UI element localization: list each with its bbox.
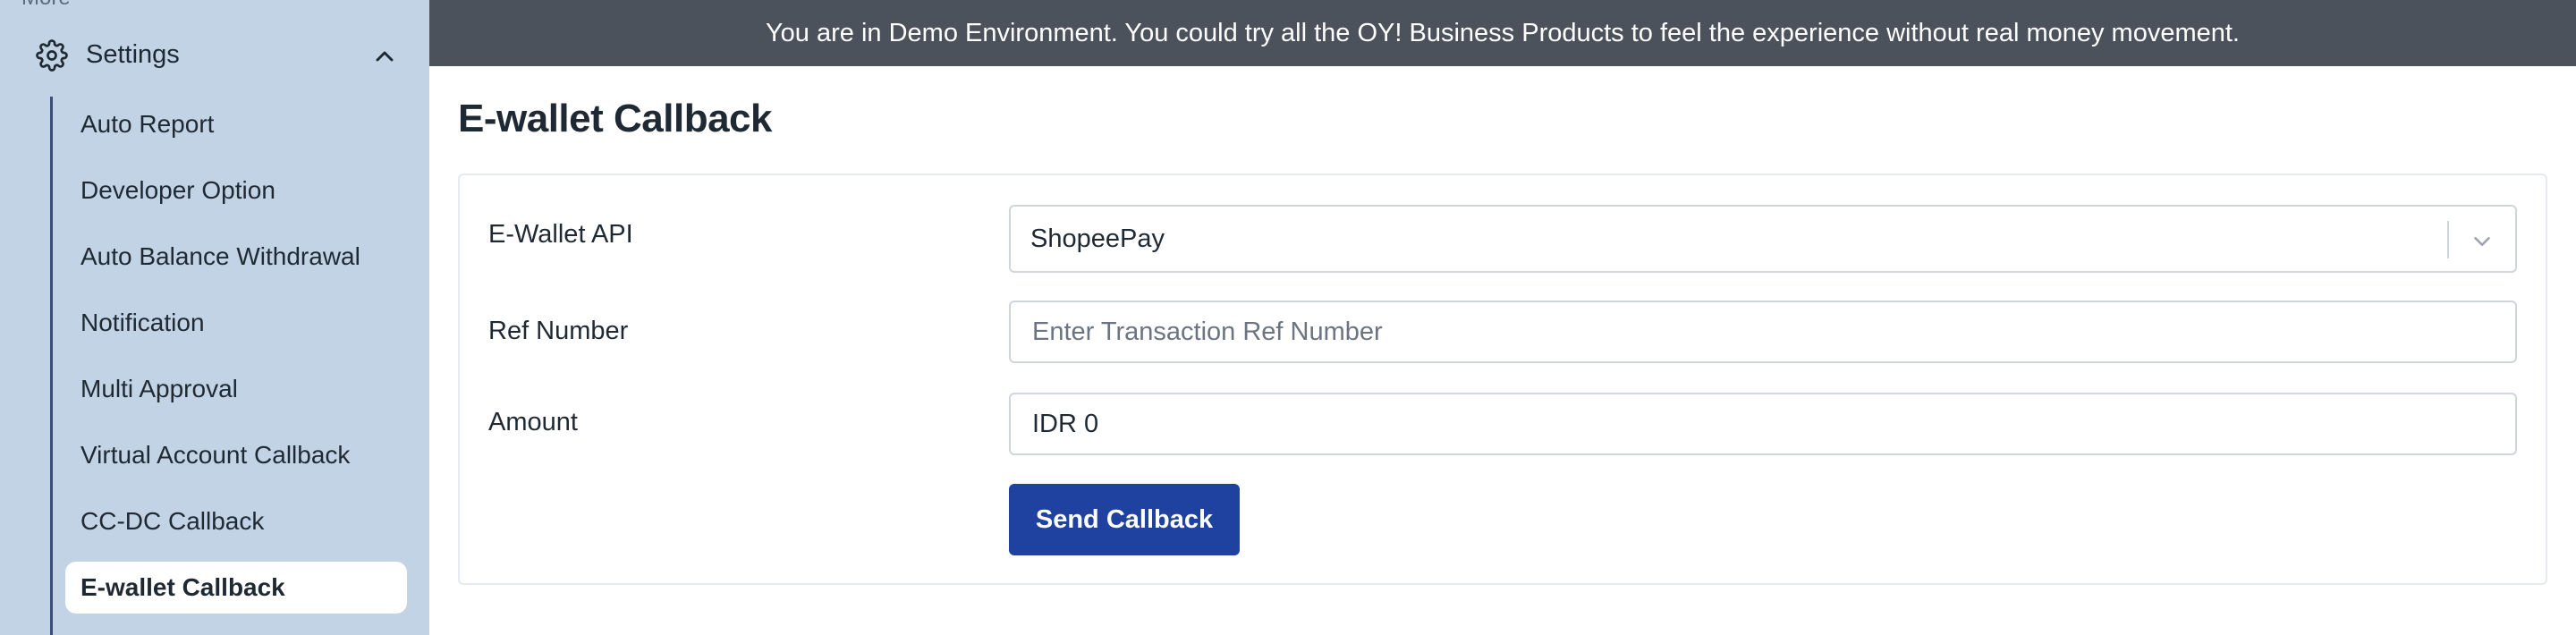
sidebar-item-notification[interactable]: Notification	[65, 297, 407, 349]
sidebar-item-developer-option[interactable]: Developer Option	[65, 165, 407, 216]
ewallet-api-selected-value: ShopeePay	[1030, 224, 1165, 253]
sidebar-item-auto-report[interactable]: Auto Report	[65, 98, 407, 150]
sidebar: More Settings Auto Report Developer Opti…	[0, 0, 429, 635]
chevron-up-icon[interactable]	[370, 42, 399, 71]
ewallet-api-select[interactable]: ShopeePay	[1009, 205, 2517, 273]
ref-number-label: Ref Number	[488, 317, 629, 345]
ref-number-input[interactable]	[1009, 301, 2517, 363]
sidebar-item-multi-approval[interactable]: Multi Approval	[65, 363, 407, 415]
sidebar-item-virtual-account-callback[interactable]: Virtual Account Callback	[65, 429, 407, 481]
sidebar-cut-label: More	[21, 0, 71, 11]
sidebar-settings-group[interactable]: Settings	[0, 27, 429, 84]
demo-environment-banner: You are in Demo Environment. You could t…	[429, 0, 2576, 66]
sidebar-settings-label: Settings	[86, 40, 180, 69]
ewallet-api-label: E-Wallet API	[488, 220, 633, 249]
amount-input[interactable]	[1009, 393, 2517, 455]
sidebar-item-cc-dc-callback[interactable]: CC-DC Callback	[65, 495, 407, 547]
chevron-down-icon[interactable]	[2469, 228, 2496, 255]
page-title: E-wallet Callback	[458, 97, 772, 140]
select-divider	[2447, 221, 2449, 258]
sidebar-tree-line	[50, 97, 53, 635]
gear-icon	[36, 39, 68, 72]
send-callback-button[interactable]: Send Callback	[1009, 484, 1240, 555]
amount-label: Amount	[488, 408, 578, 436]
sidebar-item-ewallet-callback[interactable]: E-wallet Callback	[65, 562, 407, 614]
sidebar-item-auto-balance-withdrawal[interactable]: Auto Balance Withdrawal	[65, 231, 407, 283]
